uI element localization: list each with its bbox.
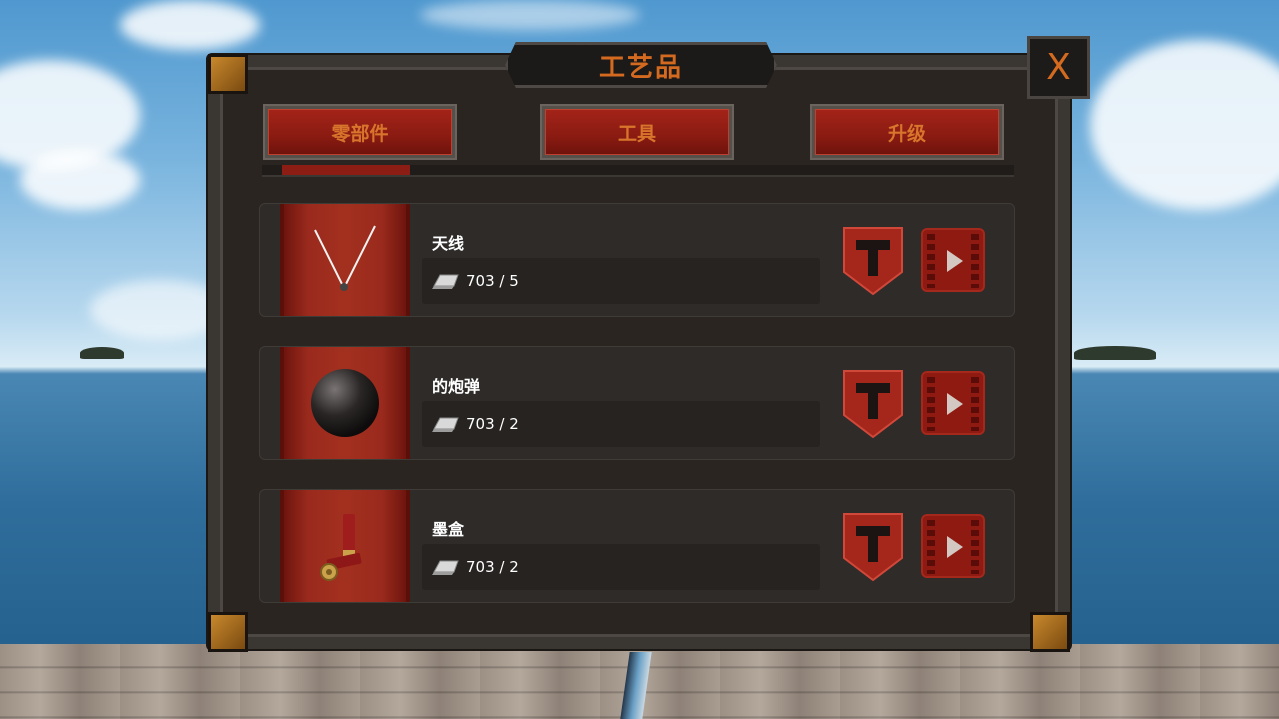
shotgun-shells-icon <box>320 514 362 581</box>
close-icon: X <box>1046 47 1071 88</box>
item-cost: 703 / 5 <box>422 258 820 304</box>
play-icon <box>947 393 963 415</box>
craft-hammer-button[interactable] <box>842 512 904 582</box>
window-title: 工艺品 <box>598 52 683 83</box>
metal-ingot-icon <box>432 560 459 575</box>
cannonball-icon <box>311 369 379 437</box>
watch-ad-button[interactable] <box>921 371 985 435</box>
item-image <box>280 490 410 602</box>
antenna-icon <box>314 225 376 291</box>
item-name: 天线 <box>432 234 465 253</box>
item-cost: 703 / 2 <box>422 401 820 447</box>
item-cost-text: 703 / 2 <box>466 415 519 433</box>
tab-upgrades[interactable]: 升级 <box>810 104 1004 160</box>
metal-ingot-icon <box>432 417 459 432</box>
tab-tools-label: 工具 <box>617 122 656 145</box>
item-cost-text: 703 / 2 <box>466 558 519 576</box>
watch-ad-button[interactable] <box>921 228 985 292</box>
tab-parts-label: 零部件 <box>331 122 389 145</box>
island-left <box>80 347 124 359</box>
island-right <box>1074 346 1156 360</box>
item-cost-text: 703 / 5 <box>466 272 519 290</box>
metal-ingot-icon <box>432 274 459 289</box>
tab-tools[interactable]: 工具 <box>540 104 734 160</box>
item-image <box>280 347 410 459</box>
craft-hammer-button[interactable] <box>842 369 904 439</box>
list-item: 天线 703 / 5 <box>259 203 1015 317</box>
tab-parts[interactable]: 零部件 <box>263 104 457 160</box>
window-title-plate: 工艺品 <box>505 42 777 88</box>
play-icon <box>947 536 963 558</box>
item-cost: 703 / 2 <box>422 544 820 590</box>
panel-corner-bottom-right <box>1030 612 1070 652</box>
craft-hammer-button[interactable] <box>842 226 904 296</box>
list-item: 墨盒 703 / 2 <box>259 489 1015 603</box>
item-name: 的炮弹 <box>432 377 481 396</box>
panel-corner-top-left <box>208 54 248 94</box>
item-name: 墨盒 <box>432 520 465 539</box>
list-item: 的炮弹 703 / 2 <box>259 346 1015 460</box>
play-icon <box>947 250 963 272</box>
close-button[interactable]: X <box>1027 36 1090 99</box>
watch-ad-button[interactable] <box>921 514 985 578</box>
item-image <box>280 204 410 316</box>
tab-upgrades-label: 升级 <box>887 122 926 145</box>
list-scroll-edge <box>262 165 1014 177</box>
panel-corner-bottom-left <box>208 612 248 652</box>
